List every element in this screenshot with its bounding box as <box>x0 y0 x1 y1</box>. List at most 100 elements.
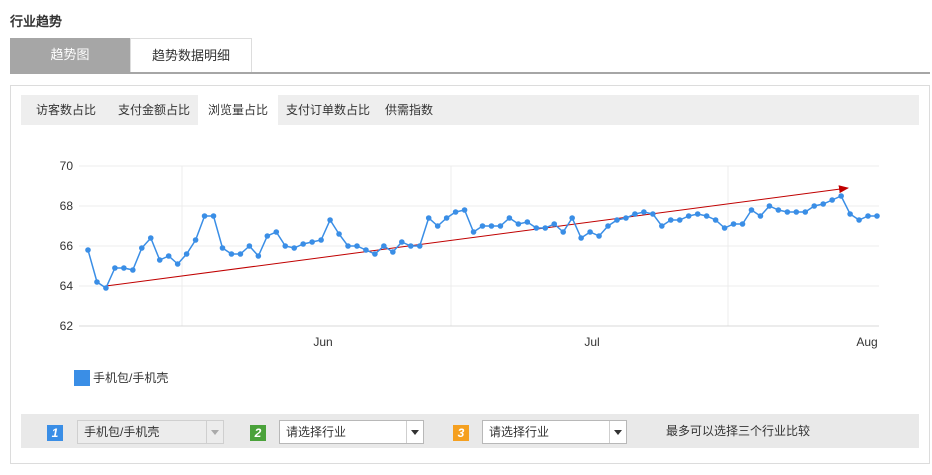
data-point <box>838 193 844 199</box>
data-point <box>533 225 540 231</box>
series-line <box>87 195 877 290</box>
data-point <box>336 231 342 237</box>
data-point <box>443 215 450 221</box>
chart-panel: 访客数占比 支付金额占比 浏览量占比 支付订单数占比 供需指数 62 64 66 68… <box>10 85 930 464</box>
data-point <box>228 251 235 257</box>
data-point <box>318 237 324 243</box>
data-point <box>650 211 656 217</box>
data-point <box>587 229 593 235</box>
data-point <box>147 235 154 241</box>
y-tick-label: 64 <box>60 279 74 293</box>
legend-label: 手机包/手机壳 <box>93 371 169 385</box>
data-point <box>542 225 549 231</box>
compare-slot-1-select[interactable]: 手机包/手机壳 <box>77 420 224 444</box>
compare-slot-2-value: 请选择行业 <box>286 425 347 439</box>
data-point <box>703 213 710 219</box>
x-tick-label: Jul <box>584 335 599 349</box>
compare-slot-1-value: 手机包/手机壳 <box>84 425 160 439</box>
data-point <box>183 251 190 257</box>
data-point <box>425 215 432 221</box>
data-point <box>273 229 280 235</box>
data-point <box>659 223 665 229</box>
data-point <box>739 221 746 227</box>
data-point <box>721 225 728 231</box>
data-point <box>497 223 504 229</box>
data-point <box>820 201 827 207</box>
data-point <box>210 213 217 219</box>
data-point <box>605 223 611 229</box>
data-point <box>363 247 369 253</box>
data-point <box>381 243 387 249</box>
data-point <box>121 265 127 271</box>
data-point <box>641 209 647 215</box>
data-point <box>94 279 100 285</box>
data-point <box>103 285 109 291</box>
data-point <box>632 211 638 217</box>
data-point <box>560 229 566 235</box>
data-point <box>614 217 620 223</box>
data-point <box>694 211 701 217</box>
data-point <box>667 217 674 223</box>
data-point <box>578 235 584 241</box>
data-point <box>676 217 683 223</box>
compare-slot-3-select[interactable]: 请选择行业 <box>482 420 627 444</box>
chart-legend[interactable]: 手机包/手机壳 <box>74 370 168 386</box>
data-point <box>112 265 118 271</box>
trend-line-chart: 62 64 66 68 70 Jun Jul Aug <box>60 159 880 349</box>
data-point <box>766 203 773 209</box>
data-point <box>730 221 737 227</box>
page-title: 行业趋势 <box>10 14 63 29</box>
data-point <box>829 197 835 203</box>
data-point <box>354 243 360 249</box>
data-point <box>372 251 378 257</box>
data-point <box>596 233 602 239</box>
data-point <box>300 241 306 247</box>
data-point <box>237 251 244 257</box>
data-point <box>309 239 315 245</box>
data-point <box>434 223 441 229</box>
data-point <box>515 221 522 227</box>
data-point <box>282 243 289 249</box>
compare-slot-2-select[interactable]: 请选择行业 <box>279 420 424 444</box>
data-point <box>748 207 755 213</box>
data-point <box>551 221 558 227</box>
y-tick-label: 66 <box>60 239 74 253</box>
data-point <box>452 209 459 215</box>
trend-arrow <box>105 185 849 287</box>
x-tick-label: Jun <box>313 335 332 349</box>
data-point <box>506 215 513 221</box>
data-point <box>255 253 262 259</box>
industry-compare-bar: 1 手机包/手机壳 2 请选择行业 3 请选择行业 最多可以选择三个行业比较 <box>21 414 919 448</box>
data-point <box>461 207 468 213</box>
data-point <box>390 249 396 255</box>
tab-trend-data-detail[interactable]: 趋势数据明细 <box>130 38 252 72</box>
data-point <box>174 261 181 267</box>
x-tick-label: Aug <box>856 335 877 349</box>
data-point <box>874 213 880 219</box>
tab-trend-chart[interactable]: 趋势图 <box>10 38 130 72</box>
data-point <box>201 213 208 219</box>
data-point <box>138 245 145 251</box>
data-point <box>130 267 136 273</box>
data-point <box>793 209 800 215</box>
y-tick-label: 68 <box>60 199 74 213</box>
data-point <box>802 209 809 215</box>
compare-slot-3-badge: 3 <box>453 425 469 441</box>
data-point <box>192 237 199 243</box>
data-point <box>488 223 495 229</box>
data-point <box>416 243 423 249</box>
data-point <box>85 247 91 253</box>
compare-slot-3-value: 请选择行业 <box>489 425 550 439</box>
chevron-down-icon <box>406 421 423 443</box>
data-point <box>685 213 692 219</box>
data-point <box>327 217 333 223</box>
data-point <box>569 215 575 221</box>
data-point <box>345 243 351 249</box>
data-point <box>757 213 764 219</box>
legend-swatch <box>74 370 90 386</box>
data-point <box>470 229 477 235</box>
data-point <box>856 217 862 223</box>
y-tick-label: 62 <box>60 319 74 333</box>
main-tabs: 趋势图 趋势数据明细 <box>10 38 930 74</box>
compare-hint: 最多可以选择三个行业比较 <box>666 424 811 438</box>
